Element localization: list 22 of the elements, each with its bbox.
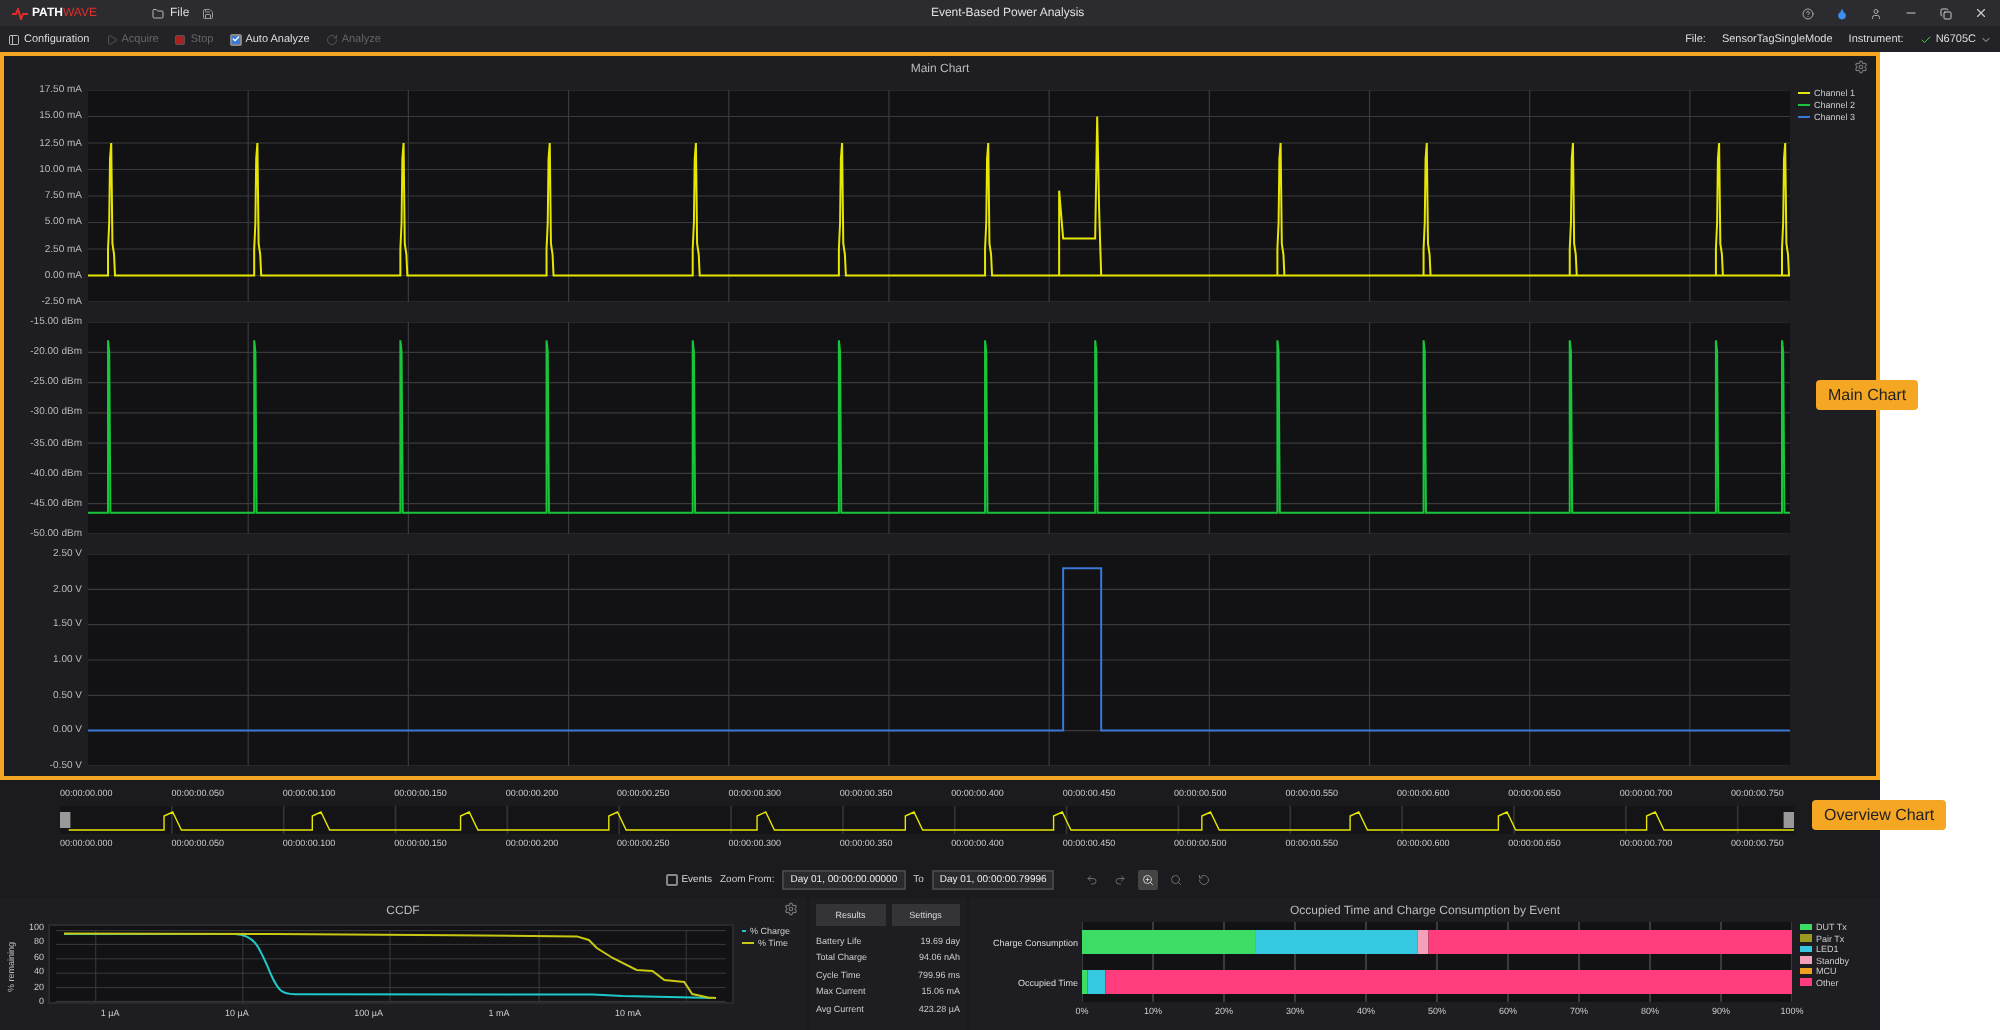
play-icon [105, 33, 118, 45]
stop-icon [174, 33, 187, 45]
settings-icon[interactable] [1854, 60, 1868, 74]
user-icon[interactable] [1870, 7, 1882, 19]
close-icon[interactable] [1974, 6, 1988, 20]
callout-label: Main Chart [1816, 380, 1919, 410]
check-icon [1919, 33, 1932, 45]
zoom-tool-button[interactable] [1138, 870, 1159, 890]
restore-icon[interactable] [1940, 7, 1952, 19]
help-icon[interactable] [1802, 7, 1814, 19]
save-icon[interactable] [201, 7, 214, 19]
overview-strip[interactable] [60, 806, 1794, 834]
refresh-icon [325, 33, 338, 45]
folder-icon [152, 7, 164, 19]
callout-label: Overview Chart [1812, 800, 1947, 830]
minimize-icon[interactable] [1904, 6, 1918, 20]
logo-icon [12, 7, 28, 19]
panel-icon [8, 33, 20, 45]
chevron-down-icon [1980, 33, 1992, 45]
droplet-icon[interactable] [1836, 7, 1848, 19]
check-icon [231, 34, 240, 44]
settings-icon[interactable] [784, 902, 798, 916]
